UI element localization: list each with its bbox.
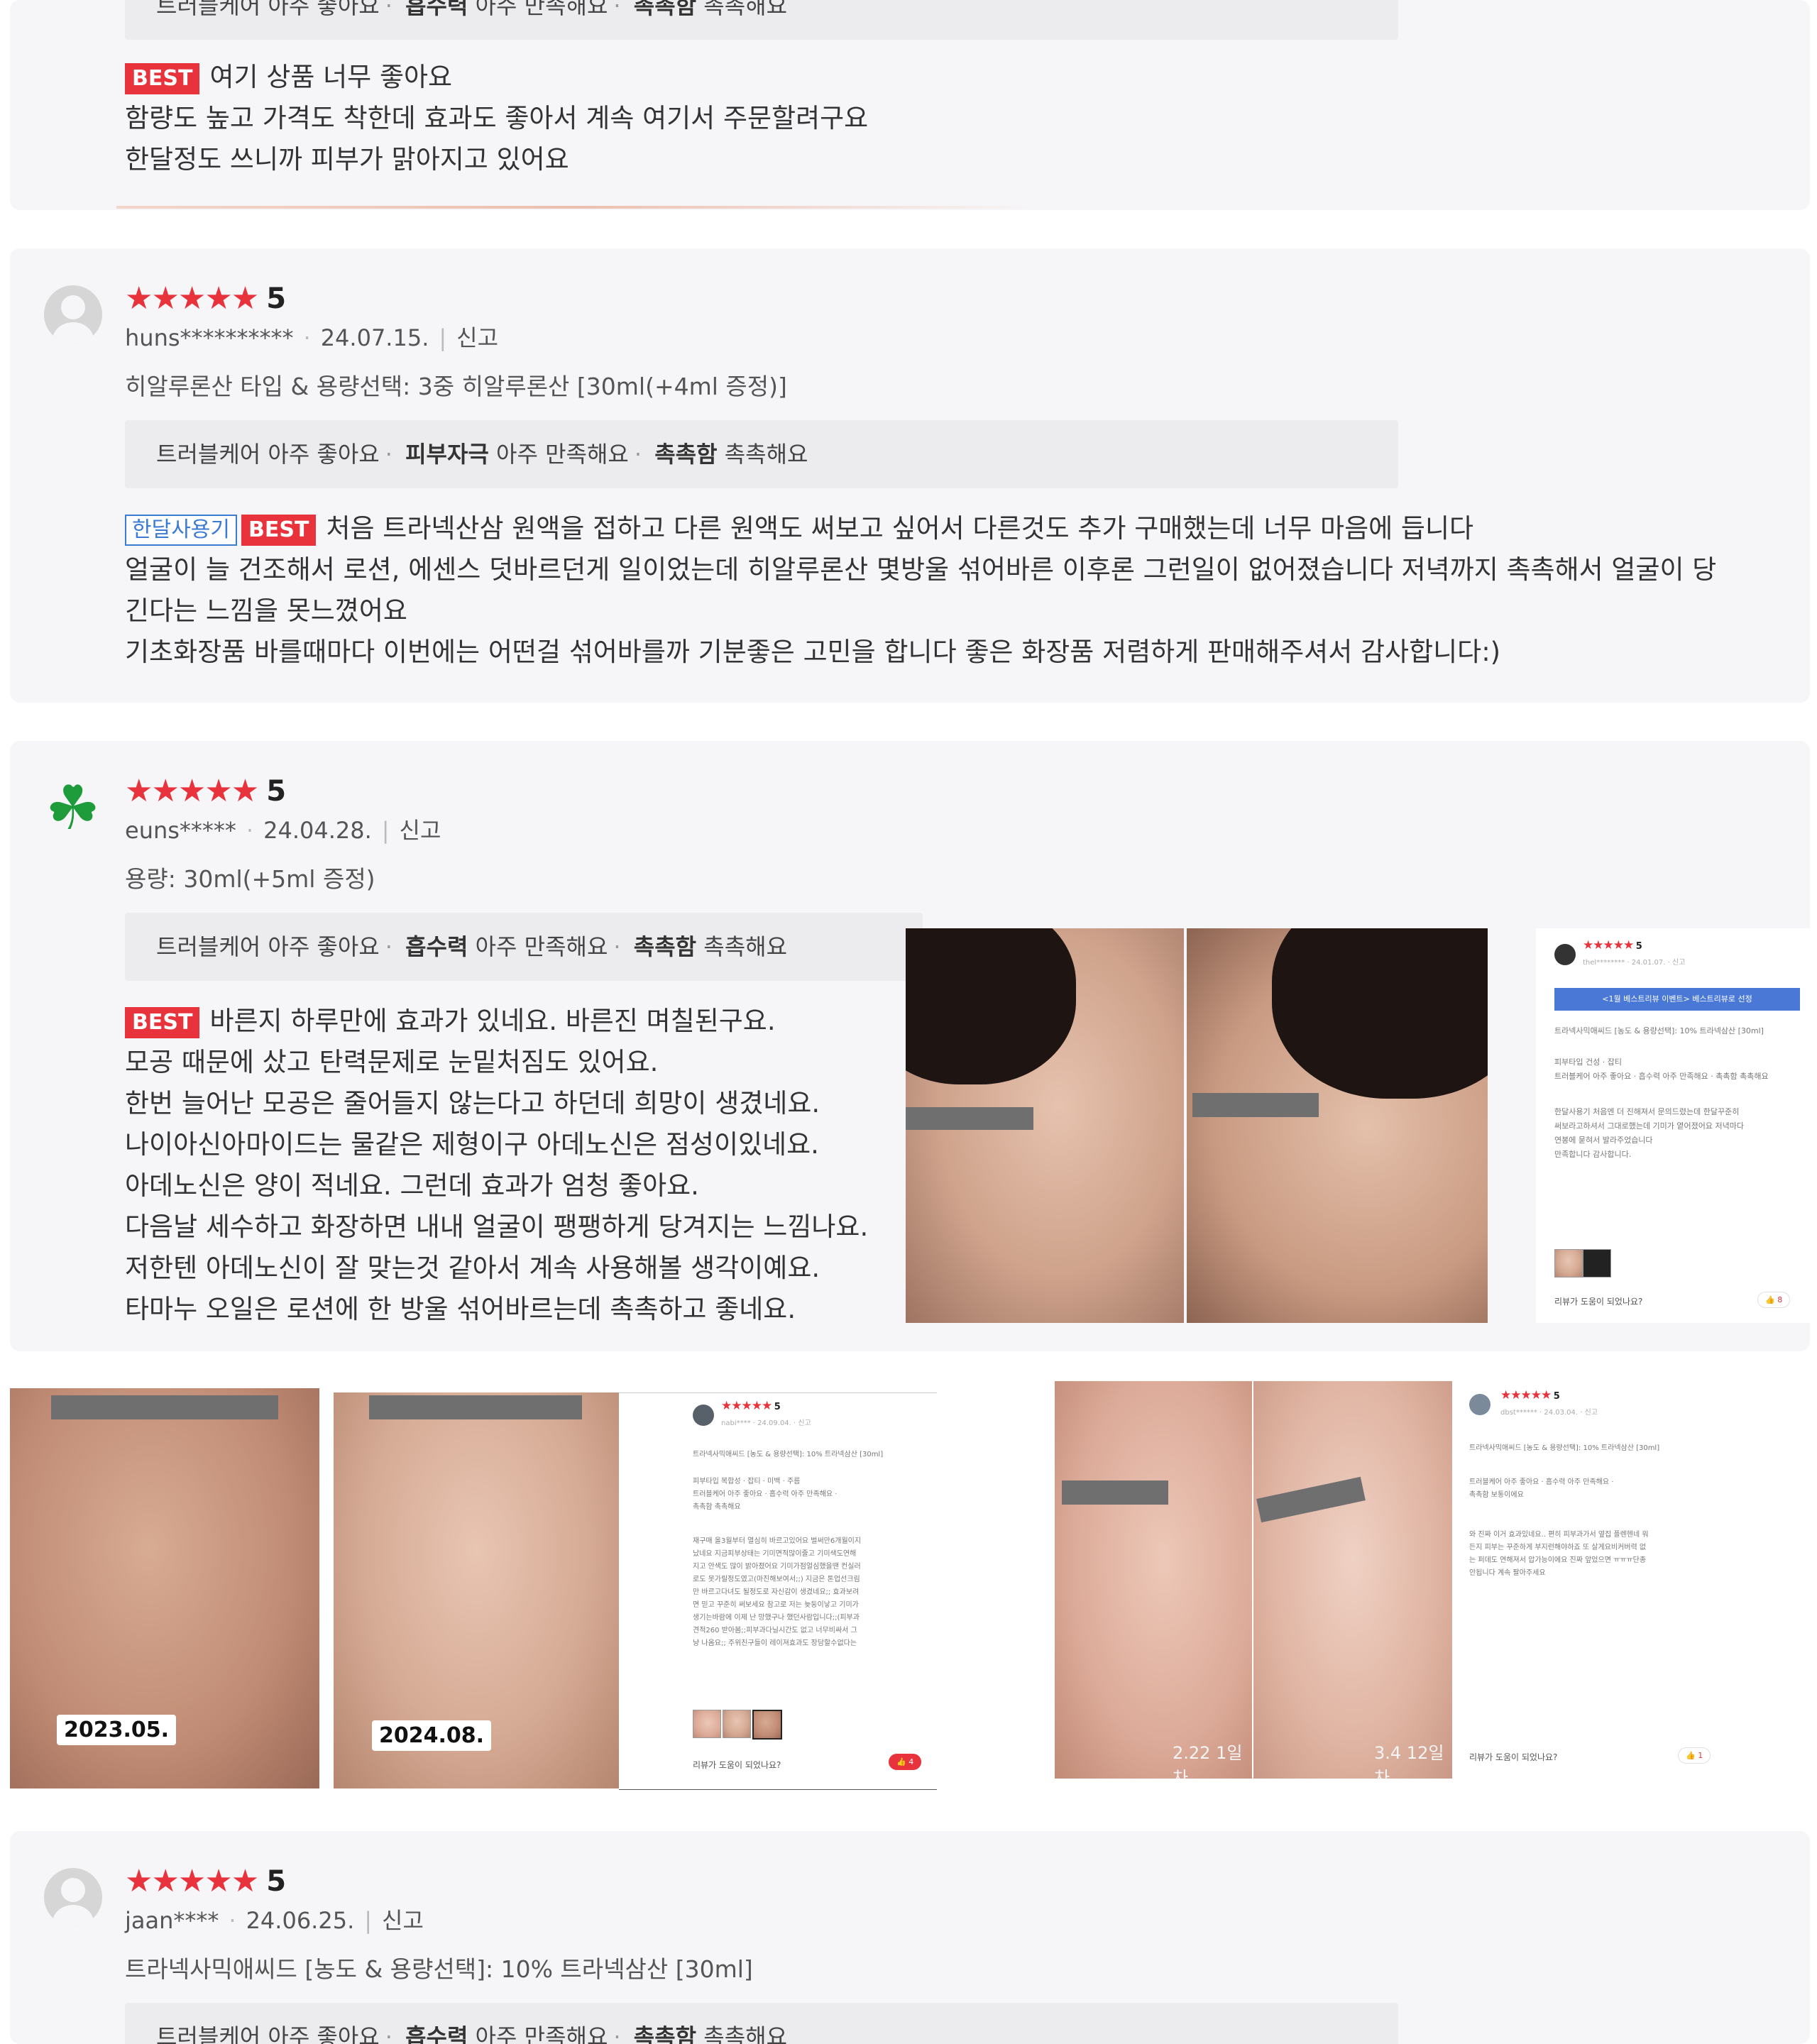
rating: ★★★★★ 5 — [125, 774, 286, 809]
photo-date-label: 2023.05. — [57, 1715, 177, 1745]
helpful-prompt: 리뷰가 도움이 되었나요? — [1469, 1752, 1558, 1762]
rating: ★★★★★ 5 — [125, 1864, 286, 1899]
helpful-prompt: 리뷰가 도움이 되었나요? — [1554, 1297, 1643, 1307]
review-meta: euns***** · 24.04.28. | 신고 — [125, 817, 441, 844]
like-button[interactable]: 👍 4 — [889, 1754, 922, 1770]
review-photo[interactable]: 2024.08. — [334, 1392, 619, 1788]
thumbnail[interactable] — [693, 1710, 721, 1738]
report-link[interactable]: 신고 — [456, 324, 498, 351]
helpful-prompt: 리뷰가 도움이 되었나요? — [693, 1760, 781, 1770]
photo-date-label: 2024.08. — [372, 1720, 492, 1751]
redaction-bar — [1256, 1476, 1366, 1523]
redaction-bar — [369, 1395, 582, 1419]
review-tags: 트러블케어 아주 좋아요 · 흡수력 아주 만족해요 · 촉촉함 촉촉해요 — [125, 0, 1398, 40]
like-button[interactable]: 👍 8 — [1757, 1292, 1791, 1308]
review-date: 24.06.25. — [246, 1907, 355, 1934]
review-meta: huns********** · 24.07.15. | 신고 — [125, 324, 499, 351]
star-rating-icon: ★★★★★ — [125, 1863, 259, 1899]
username: euns***** — [125, 817, 236, 844]
star-rating-icon: ★★★★★ — [1500, 1388, 1552, 1402]
review-tags: 트러블케어 아주 좋아요 · 흡수력 아주 만족해요 · 촉촉함 촉촉해요 — [125, 913, 923, 981]
review-photo[interactable] — [906, 928, 1184, 1323]
star-rating-icon: ★★★★★ — [1583, 938, 1634, 952]
hair-shape — [906, 928, 1076, 1084]
redaction-bar — [51, 1395, 278, 1419]
review-body: BEST 바른지 하루만에 효과가 있네요. 바른진 며칠된구요. 모공 때문에 … — [125, 1006, 869, 1324]
review-photo[interactable]: 2023.05. — [10, 1388, 319, 1788]
photo-date-label: 3.4 12일차 — [1374, 1743, 1444, 1779]
best-badge: BEST — [125, 1006, 200, 1038]
thumbnail[interactable] — [1583, 1249, 1611, 1278]
star-rating-icon: ★★★★★ — [721, 1399, 772, 1413]
embedded-review-screenshot: ★★★★★ 5 dbst****** · 24.03.04. · 신고 트라넥사… — [1452, 1381, 1736, 1779]
rating-score: 5 — [266, 282, 287, 315]
review-photo[interactable]: 2.22 1일차 — [1055, 1381, 1252, 1779]
photo-date-label: 2.22 1일차 — [1173, 1743, 1243, 1779]
avatar — [693, 1405, 714, 1426]
review-date: 24.07.15. — [320, 324, 429, 351]
review-card: ★★★★★ 5 jaan**** · 24.06.25. | 신고 트라넥사믹애씨드 [… — [10, 1831, 1810, 2044]
thumbnail[interactable] — [723, 1710, 751, 1738]
hair-shape — [1272, 928, 1488, 1099]
review-card: 트러블케어 아주 좋아요 · 흡수력 아주 만족해요 · 촉촉함 촉촉해요 BEST… — [10, 0, 1810, 210]
product-option: 용량: 30ml(+5ml 증정) — [125, 865, 375, 893]
rating-score: 5 — [266, 1865, 287, 1898]
redaction-bar — [1192, 1093, 1319, 1117]
embedded-review-screenshot: ★★★★★ 5 nabi**** · 24.09.04. · 신고 트라넥사믹애… — [619, 1392, 937, 1790]
review-photo[interactable] — [1187, 928, 1488, 1323]
embedded-review-screenshot: ★★★★★ 5 thel******** · 24.01.07. · 신고 <1… — [1536, 928, 1817, 1323]
username: jaan**** — [125, 1907, 219, 1934]
redaction-bar — [1062, 1480, 1168, 1505]
best-review-button[interactable]: <1월 베스트리뷰 이벤트> 베스트리뷰로 선정 — [1554, 988, 1800, 1011]
username: huns********** — [125, 324, 294, 351]
avatar — [1469, 1394, 1491, 1415]
review-meta: jaan**** · 24.06.25. | 신고 — [125, 1907, 424, 1934]
star-rating-icon: ★★★★★ — [125, 280, 259, 317]
avatar — [1554, 944, 1576, 965]
like-button[interactable]: 👍 1 — [1678, 1747, 1711, 1764]
thumbnail[interactable] — [1554, 1249, 1583, 1278]
product-option: 트라넥사믹애씨드 [농도 & 용량선택]: 10% 트라넥삼산 [30ml] — [125, 1955, 753, 1983]
rating: ★★★★★ 5 — [125, 281, 286, 317]
review-body: 한달사용기 BEST 처음 트라넥산삼 원액을 접하고 다른 원액도 써보고 싶어서… — [125, 513, 1717, 667]
clover-avatar-icon: ☘ — [45, 773, 101, 844]
thumbnail[interactable] — [752, 1710, 782, 1740]
avatar — [44, 1868, 102, 1926]
review-photo[interactable]: 3.4 12일차 — [1253, 1381, 1452, 1779]
rating-score: 5 — [266, 775, 287, 808]
review-card: ★★★★★ 5 huns********** · 24.07.15. | 신고 히알루론… — [10, 248, 1810, 703]
month-use-badge: 한달사용기 — [125, 514, 237, 546]
review-date: 24.04.28. — [263, 817, 372, 844]
review-tags: 트러블케어 아주 좋아요 · 흡수력 아주 만족해요 · 촉촉함 촉촉해요 — [125, 2003, 1398, 2044]
best-badge: BEST — [241, 514, 317, 546]
photo-strip-edge — [116, 206, 1039, 209]
star-rating-icon: ★★★★★ — [125, 773, 259, 809]
best-badge: BEST — [125, 62, 200, 94]
review-body: BEST 여기 상품 너무 좋아요 함량도 높고 가격도 착한데 효과도 좋아서 … — [125, 62, 869, 175]
report-link[interactable]: 신고 — [400, 817, 441, 844]
redaction-bar — [906, 1107, 1033, 1130]
product-option: 히알루론산 타입 & 용량선택: 3중 히알루론산 [30ml(+4ml 증정)… — [125, 373, 787, 400]
review-tags: 트러블케어 아주 좋아요 · 피부자극 아주 만족해요 · 촉촉함 촉촉해요 — [125, 420, 1398, 488]
report-link[interactable]: 신고 — [382, 1907, 424, 1934]
avatar — [44, 285, 102, 344]
